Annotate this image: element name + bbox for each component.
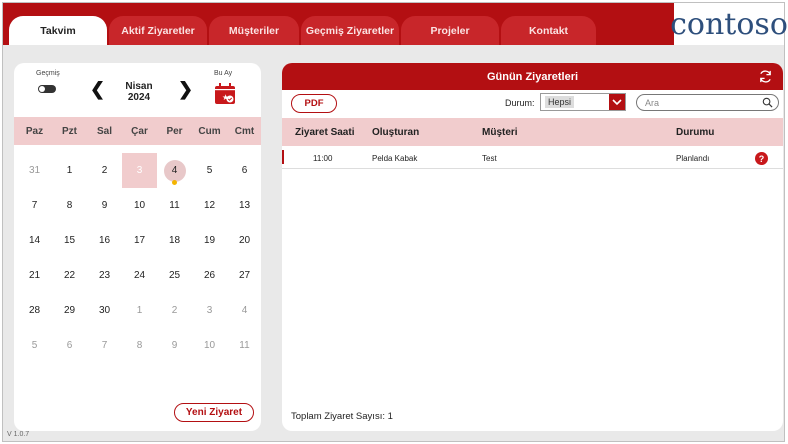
app-version: V 1.0.7: [7, 431, 30, 438]
prev-month-icon[interactable]: ❮: [90, 79, 105, 100]
calendar-day[interactable]: 20: [227, 223, 261, 258]
calendar-day[interactable]: 18: [157, 223, 192, 258]
this-month-label: Bu Ay: [214, 70, 233, 77]
calendar-day[interactable]: 17: [122, 223, 157, 258]
calendar-day[interactable]: 1: [122, 293, 157, 328]
month-year-label: Nisan 2024: [109, 81, 169, 103]
new-visit-button[interactable]: Yeni Ziyaret: [174, 403, 254, 422]
brand-logo-area: contoso: [670, 3, 788, 45]
calendar-day[interactable]: 23: [87, 258, 122, 293]
calendar-day[interactable]: 9: [87, 188, 122, 223]
visits-header: Günün Ziyaretleri: [282, 63, 783, 90]
calendar-panel: Geçmiş ❮ Nisan 2024 ❯ Bu Ay ★ Paz Pzt Sa…: [14, 63, 261, 431]
calendar-day[interactable]: 21: [17, 258, 52, 293]
calendar-day[interactable]: 25: [157, 258, 192, 293]
year-number: 2024: [127, 92, 151, 103]
chevron-down-icon[interactable]: [609, 94, 625, 110]
calendar-day[interactable]: 6: [227, 153, 261, 188]
calendar-day-selected[interactable]: 3: [122, 153, 157, 188]
calendar-day[interactable]: 13: [227, 188, 261, 223]
cell-time: 11:00: [313, 153, 333, 163]
status-select-value: Hepsi: [545, 96, 575, 108]
calendar-day[interactable]: 30: [87, 293, 122, 328]
column-header-status: Durumu: [676, 126, 715, 138]
calendar-day[interactable]: 11: [157, 188, 192, 223]
tab-takvim[interactable]: Takvim: [9, 16, 107, 46]
calendar-day[interactable]: 11: [227, 328, 261, 363]
calendar-day[interactable]: 1: [52, 153, 87, 188]
calendar-day[interactable]: 6: [52, 328, 87, 363]
app-window: Takvim Aktif Ziyaretler Müşteriler Geçmi…: [2, 2, 788, 442]
calendar-day[interactable]: 9: [157, 328, 192, 363]
calendar-day[interactable]: 26: [192, 258, 227, 293]
calendar-today-icon[interactable]: ★: [214, 83, 236, 105]
tab-projeler[interactable]: Projeler: [401, 16, 499, 46]
weekday-label: Per: [166, 125, 183, 137]
column-header-time: Ziyaret Saati: [295, 126, 355, 138]
calendar-day[interactable]: 19: [192, 223, 227, 258]
calendar-day[interactable]: 27: [227, 258, 261, 293]
weekday-label: Pzt: [62, 125, 77, 137]
calendar-day[interactable]: 2: [157, 293, 192, 328]
calendar-day[interactable]: 5: [192, 153, 227, 188]
calendar-day[interactable]: 8: [122, 328, 157, 363]
visit-indicator-dot: [172, 180, 177, 185]
search-icon[interactable]: [762, 97, 773, 108]
column-header-customer: Müşteri: [482, 126, 518, 138]
calendar-day-today[interactable]: 4: [157, 153, 192, 188]
calendar-day[interactable]: 3: [192, 293, 227, 328]
calendar-day[interactable]: 28: [17, 293, 52, 328]
status-select[interactable]: Hepsi: [540, 93, 626, 111]
column-header-creator: Oluşturan: [372, 126, 420, 138]
calendar-day[interactable]: 14: [17, 223, 52, 258]
calendar-day[interactable]: 7: [87, 328, 122, 363]
help-icon[interactable]: ?: [755, 152, 768, 165]
search-input[interactable]: Ara: [636, 94, 779, 111]
next-month-icon[interactable]: ❯: [178, 79, 193, 100]
cell-customer: Test: [482, 153, 497, 163]
calendar-day[interactable]: 4: [227, 293, 261, 328]
total-visits-count: Toplam Ziyaret Sayısı: 1: [291, 411, 393, 422]
weekday-header-row: Paz Pzt Sal Çar Per Cum Cmt: [14, 117, 261, 145]
weekday-label: Çar: [131, 125, 148, 137]
cell-status: Planlandı: [676, 153, 710, 163]
weekday-label: Cmt: [234, 125, 255, 137]
past-toggle[interactable]: [38, 85, 56, 93]
weekday-label: Cum: [198, 125, 221, 137]
refresh-icon[interactable]: [758, 69, 773, 84]
table-row[interactable]: 11:00 Pelda Kabak Test Planlandı ?: [282, 148, 783, 169]
visits-table-header: Ziyaret Saati Oluşturan Müşteri Durumu: [282, 118, 783, 146]
tab-musteriler[interactable]: Müşteriler: [209, 16, 299, 46]
daily-visits-panel: Günün Ziyaretleri PDF Durum: Hepsi Ara Z…: [282, 63, 783, 431]
calendar-day[interactable]: 16: [87, 223, 122, 258]
visits-title: Günün Ziyaretleri: [486, 70, 579, 83]
calendar-day[interactable]: 29: [52, 293, 87, 328]
search-placeholder: Ara: [645, 98, 660, 108]
calendar-day[interactable]: 10: [192, 328, 227, 363]
tab-gecmis-ziyaretler[interactable]: Geçmiş Ziyaretler: [301, 16, 399, 46]
calendar-day[interactable]: 8: [52, 188, 87, 223]
calendar-day[interactable]: 12: [192, 188, 227, 223]
tab-kontakt[interactable]: Kontakt: [501, 16, 596, 46]
main-area: Geçmiş ❮ Nisan 2024 ❯ Bu Ay ★ Paz Pzt Sa…: [3, 45, 784, 441]
tab-aktif-ziyaretler[interactable]: Aktif Ziyaretler: [109, 16, 207, 46]
calendar-day[interactable]: 22: [52, 258, 87, 293]
status-filter-label: Durum:: [505, 98, 535, 108]
calendar-day[interactable]: 7: [17, 188, 52, 223]
past-toggle-label: Geçmiş: [36, 70, 60, 77]
calendar-day[interactable]: 31: [17, 153, 52, 188]
cell-creator: Pelda Kabak: [372, 153, 418, 163]
pdf-button[interactable]: PDF: [291, 94, 337, 113]
month-name: Nisan: [125, 81, 153, 92]
calendar-day[interactable]: 10: [122, 188, 157, 223]
calendar-day[interactable]: 15: [52, 223, 87, 258]
calendar-day[interactable]: 24: [122, 258, 157, 293]
weekday-label: Paz: [25, 125, 44, 137]
brand-logo: contoso: [670, 6, 788, 42]
weekday-label: Sal: [96, 125, 112, 137]
calendar-day[interactable]: 5: [17, 328, 52, 363]
top-nav-bar: Takvim Aktif Ziyaretler Müşteriler Geçmi…: [3, 3, 788, 46]
calendar-day[interactable]: 2: [87, 153, 122, 188]
row-selection-marker: [282, 150, 284, 164]
